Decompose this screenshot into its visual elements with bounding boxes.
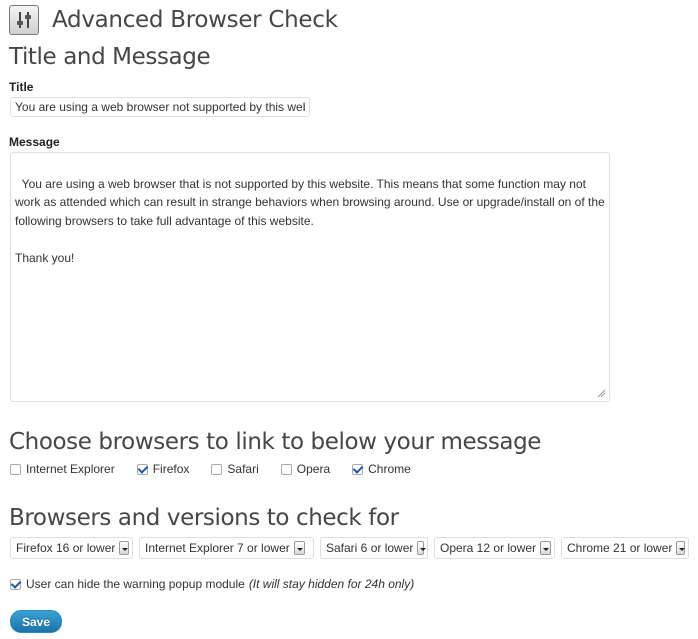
section-title-versions: Browsers and versions to check for — [9, 505, 399, 531]
opera-version-select[interactable]: Opera 12 or lower — [434, 537, 555, 559]
select-value: Internet Explorer 7 or lower — [145, 541, 290, 555]
browser-option-label: Firefox — [152, 462, 190, 476]
safari-checkbox[interactable] — [211, 463, 223, 475]
firefox-checkbox[interactable] — [136, 463, 148, 475]
hide-popup-checkbox[interactable] — [10, 578, 21, 590]
firefox-version-select[interactable]: Firefox 16 or lower — [10, 537, 133, 559]
chevron-down-icon — [417, 541, 426, 555]
message-field-label: Message — [9, 135, 60, 149]
select-value: Safari 6 or lower — [326, 541, 414, 555]
hide-popup-note: (It will stay hidden for 24h only) — [248, 577, 415, 591]
page-header: Advanced Browser Check — [9, 4, 338, 36]
hide-popup-label: User can hide the warning popup module — [26, 577, 245, 591]
internet-explorer-checkbox[interactable] — [10, 463, 21, 475]
browser-option-opera[interactable]: Opera — [280, 462, 331, 476]
settings-sliders-icon — [9, 5, 39, 35]
browser-option-label: Safari — [227, 462, 259, 476]
chevron-down-icon — [540, 541, 551, 555]
message-text: You are using a web browser that is not … — [15, 176, 605, 265]
select-value: Opera 12 or lower — [440, 541, 537, 555]
title-input[interactable] — [10, 97, 310, 117]
internet-explorer-version-select[interactable]: Internet Explorer 7 or lower — [139, 537, 314, 559]
safari-version-select[interactable]: Safari 6 or lower — [320, 537, 428, 559]
link-browsers-group: Internet Explorer Firefox Safari Opera C… — [10, 462, 433, 476]
browser-option-chrome[interactable]: Chrome — [352, 462, 411, 476]
opera-checkbox[interactable] — [280, 463, 292, 475]
browser-option-safari[interactable]: Safari — [211, 462, 259, 476]
version-selects: Firefox 16 or lower Internet Explorer 7 … — [10, 537, 689, 559]
section-title-message: Title and Message — [9, 44, 211, 70]
chevron-down-icon — [676, 541, 685, 555]
section-title-browsers: Choose browsers to link to below your me… — [9, 429, 542, 455]
chrome-version-select[interactable]: Chrome 21 or lower — [561, 537, 689, 559]
browser-option-internet-explorer[interactable]: Internet Explorer — [10, 462, 115, 476]
browser-option-firefox[interactable]: Firefox — [136, 462, 190, 476]
select-value: Chrome 21 or lower — [567, 541, 673, 555]
title-field-label: Title — [9, 80, 34, 94]
browser-option-label: Opera — [296, 462, 331, 476]
message-textarea[interactable]: You are using a web browser that is not … — [10, 152, 610, 402]
chrome-checkbox[interactable] — [352, 463, 364, 475]
chevron-down-icon — [119, 541, 129, 555]
browser-option-label: Chrome — [368, 462, 411, 476]
page-title: Advanced Browser Check — [52, 7, 338, 33]
chevron-down-icon — [293, 541, 305, 555]
resize-grip-icon[interactable] — [597, 389, 606, 398]
save-button[interactable]: Save — [10, 610, 62, 633]
hide-popup-option[interactable]: User can hide the warning popup module (… — [10, 577, 414, 591]
select-value: Firefox 16 or lower — [16, 541, 116, 555]
browser-option-label: Internet Explorer — [26, 462, 115, 476]
